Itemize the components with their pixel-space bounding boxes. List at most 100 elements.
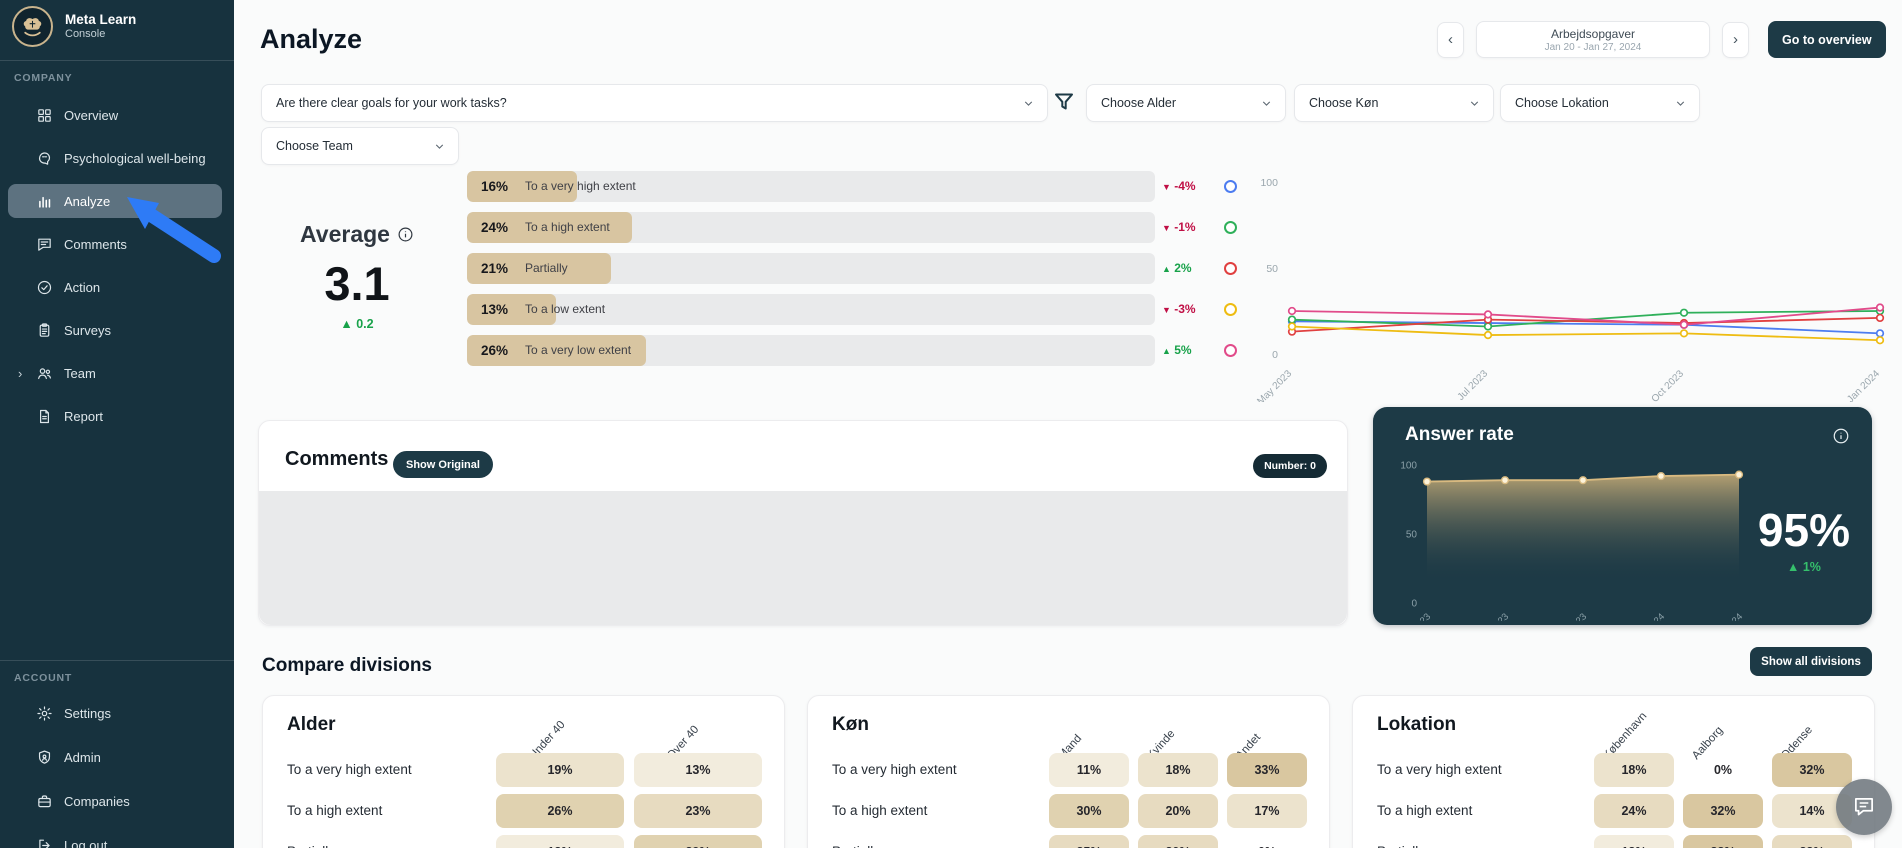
average-label: Average <box>300 221 390 248</box>
value-chip: 17% <box>1227 794 1307 828</box>
sidebar-item-overview[interactable]: Overview <box>8 98 222 132</box>
row-label: To a very high extent <box>287 753 412 787</box>
comments-count-badge: Number: 0 <box>1253 454 1327 478</box>
value-chip: 29% <box>634 835 762 848</box>
distribution-bar-percent: 13% <box>481 294 508 325</box>
team-select[interactable]: Choose Team <box>261 127 459 165</box>
value-chip: 18% <box>1138 753 1218 787</box>
average-value: 3.1 <box>284 256 430 311</box>
sidebar-item-settings[interactable]: Settings <box>8 696 222 730</box>
comments-title: Comments <box>285 448 388 471</box>
triangle-up-icon: ▲ <box>1162 264 1171 274</box>
compare-card-alder: AlderUnder 40Over 40To a very high exten… <box>262 695 785 848</box>
svg-text:May 2023: May 2023 <box>1255 368 1294 402</box>
info-icon[interactable] <box>1832 427 1850 445</box>
bar-chart-icon <box>36 193 53 210</box>
value-chip: 32% <box>1772 753 1852 787</box>
filter-icon[interactable] <box>1052 90 1076 114</box>
sidebar-item-label: Admin <box>64 750 101 765</box>
question-select[interactable]: Are there clear goals for your work task… <box>261 84 1048 122</box>
alder-select[interactable]: Choose Alder <box>1086 84 1286 122</box>
distribution-delta: ▼ -4% <box>1162 171 1224 203</box>
svg-text:100: 100 <box>1260 177 1278 189</box>
value-chip: 26% <box>496 794 624 828</box>
triangle-down-icon: ▼ <box>1162 182 1171 192</box>
chevron-down-icon <box>1022 97 1035 110</box>
app-window: Meta Learn Console COMPANY Overview Psych… <box>0 0 1902 848</box>
sidebar-section-company: COMPANY <box>14 72 73 84</box>
gender-select[interactable]: Choose Køn <box>1294 84 1494 122</box>
average-delta: ▲ 0.2 <box>284 317 430 331</box>
triangle-down-icon: ▼ <box>1162 223 1171 233</box>
sidebar-nav-company: Overview Psychological well-being Analyze C… <box>0 98 234 433</box>
brand-name: Meta Learn <box>65 12 136 29</box>
show-original-button[interactable]: Show Original <box>393 451 493 478</box>
sidebar-item-label: Report <box>64 409 103 424</box>
sidebar-item-label: Action <box>64 280 100 295</box>
row-label: To a high extent <box>832 794 927 828</box>
chevron-down-icon <box>1468 97 1481 110</box>
distribution-bar-label: To a low extent <box>525 294 605 325</box>
value-chip: 23% <box>1772 835 1852 848</box>
sidebar-divider <box>0 60 234 61</box>
sidebar: Meta Learn Console COMPANY Overview Psych… <box>0 0 234 848</box>
sidebar-divider <box>0 660 234 661</box>
period-selector[interactable]: Arbejdsopgaver Jan 20 - Jan 27, 2024 <box>1476 21 1710 58</box>
value-chip: 13% <box>496 835 624 848</box>
answer-rate-area-chart: 100500May 2023Jul 2023Oct 2023Jan 2024Ja… <box>1397 449 1763 621</box>
period-next-button[interactable]: › <box>1722 22 1749 58</box>
value-chip: 19% <box>496 753 624 787</box>
distribution-bar-percent: 24% <box>481 212 508 243</box>
row-label: Partially <box>832 835 880 848</box>
sidebar-item-label: Companies <box>64 794 130 809</box>
value-chip: 32% <box>1683 794 1763 828</box>
row-label: To a high extent <box>287 794 382 828</box>
chevron-down-icon <box>433 140 446 153</box>
row-label: To a very high extent <box>832 753 957 787</box>
distribution-bar-track: 13% To a low extent <box>467 294 1155 325</box>
show-all-divisions-button[interactable]: Show all divisions <box>1750 647 1872 676</box>
sidebar-item-action[interactable]: Action <box>8 270 222 304</box>
location-select[interactable]: Choose Lokation <box>1500 84 1700 122</box>
answer-rate-card: Answer rate 100500May 2023Jul 2023Oct 20… <box>1373 407 1872 625</box>
value-chip: 24% <box>1594 794 1674 828</box>
question-select-value: Are there clear goals for your work task… <box>276 96 507 110</box>
compare-card-køn: KønMandKvindeAndetTo a very high extent1… <box>807 695 1330 848</box>
sidebar-item-companies[interactable]: Companies <box>8 784 222 818</box>
compare-card-title: Lokation <box>1377 714 1456 736</box>
go-to-overview-button[interactable]: Go to overview <box>1768 21 1886 58</box>
value-chip: 25% <box>1049 835 1129 848</box>
gender-select-value: Choose Køn <box>1309 96 1378 110</box>
brand: Meta Learn Console <box>0 0 234 52</box>
chevron-down-icon <box>1674 97 1687 110</box>
distribution-bar-percent: 21% <box>481 253 508 284</box>
info-icon[interactable] <box>397 226 414 243</box>
period-range: Jan 20 - Jan 27, 2024 <box>1545 42 1642 53</box>
value-chip: 30% <box>1049 794 1129 828</box>
sidebar-item-report[interactable]: Report <box>8 399 222 433</box>
row-label: To a very high extent <box>1377 753 1502 787</box>
brand-subtitle: Console <box>65 28 136 40</box>
chat-icon <box>1851 794 1877 820</box>
svg-text:50: 50 <box>1266 263 1278 275</box>
answer-rate-title: Answer rate <box>1405 424 1514 446</box>
sidebar-item-log-out[interactable]: Log out <box>8 828 222 848</box>
chat-fab-button[interactable] <box>1836 779 1892 835</box>
distribution-bar-track: 26%To a very low extent <box>467 335 1155 366</box>
head-chat-icon <box>36 150 53 167</box>
svg-text:Jan 2024: Jan 2024 <box>1845 368 1882 402</box>
sidebar-item-comments[interactable]: Comments <box>8 227 222 261</box>
svg-text:50: 50 <box>1406 530 1418 541</box>
sidebar-item-analyze[interactable]: Analyze <box>8 184 222 218</box>
sidebar-item-surveys[interactable]: Surveys <box>8 313 222 347</box>
period-controls: ‹ Arbejdsopgaver Jan 20 - Jan 27, 2024 ›… <box>1437 21 1886 58</box>
people-icon <box>36 365 53 382</box>
sidebar-item-team[interactable]: ›Team <box>8 356 222 390</box>
team-select-value: Choose Team <box>276 139 353 153</box>
sidebar-item-psychological-well-being[interactable]: Psychological well-being <box>8 141 222 175</box>
period-prev-button[interactable]: ‹ <box>1437 22 1464 58</box>
distribution-delta: ▼ -1% <box>1162 212 1224 244</box>
sidebar-item-admin[interactable]: Admin <box>8 740 222 774</box>
distribution-bar-percent: 16% <box>481 171 508 202</box>
comments-empty-area <box>259 491 1347 625</box>
